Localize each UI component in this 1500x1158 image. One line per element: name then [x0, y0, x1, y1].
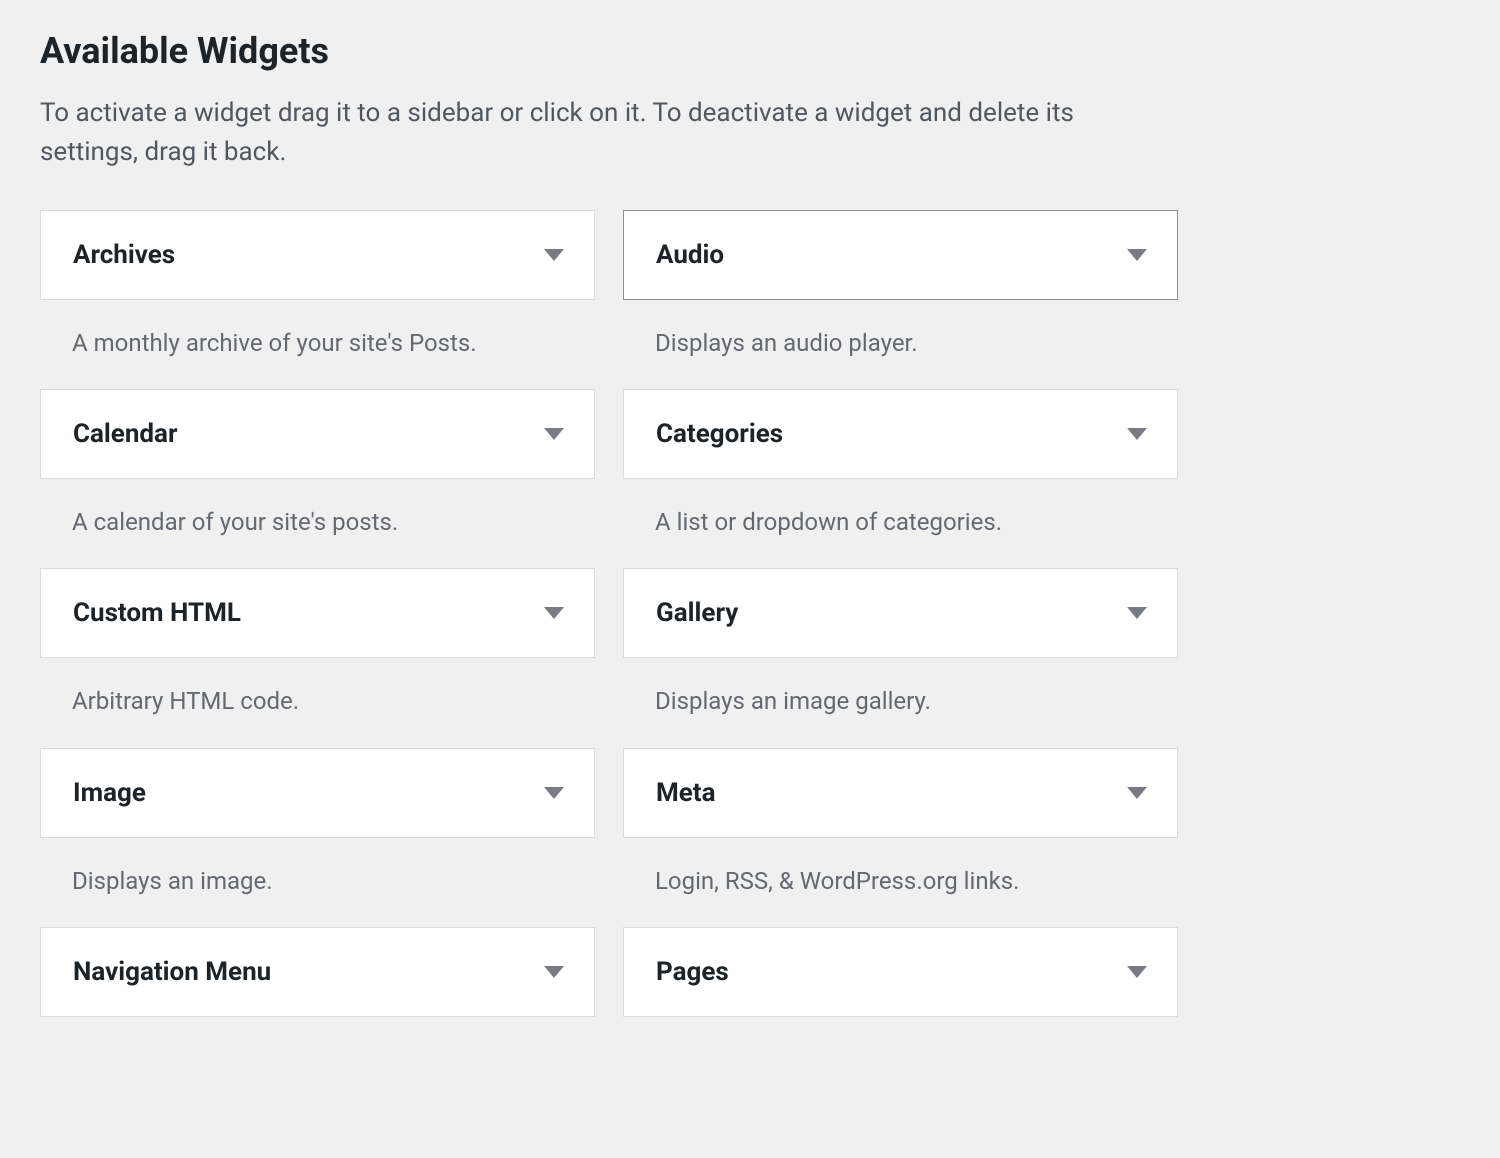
widget-title: Audio [656, 240, 724, 270]
widget-title: Navigation Menu [73, 957, 271, 987]
widget-header-calendar[interactable]: Calendar [40, 389, 595, 479]
widget-description [623, 1017, 1178, 1029]
caret-down-icon [1127, 607, 1147, 619]
widget-title: Pages [656, 957, 729, 987]
caret-down-icon [1127, 249, 1147, 261]
widget-header-gallery[interactable]: Gallery [623, 568, 1178, 658]
available-widgets-grid: Archives A monthly archive of your site'… [40, 210, 1180, 1029]
widget-archives: Archives A monthly archive of your site'… [40, 210, 595, 389]
widget-categories: Categories A list or dropdown of categor… [623, 389, 1178, 568]
widget-header-categories[interactable]: Categories [623, 389, 1178, 479]
caret-down-icon [544, 607, 564, 619]
widget-header-audio[interactable]: Audio [623, 210, 1178, 300]
widget-gallery: Gallery Displays an image gallery. [623, 568, 1178, 747]
widget-description: A list or dropdown of categories. [623, 479, 1178, 568]
widget-navigation-menu: Navigation Menu [40, 927, 595, 1029]
widget-custom-html: Custom HTML Arbitrary HTML code. [40, 568, 595, 747]
widget-calendar: Calendar A calendar of your site's posts… [40, 389, 595, 568]
widget-description: Displays an image gallery. [623, 658, 1178, 747]
page-title: Available Widgets [40, 30, 1460, 72]
widget-description: Login, RSS, & WordPress.org links. [623, 838, 1178, 927]
widget-description: Displays an audio player. [623, 300, 1178, 389]
widget-title: Calendar [73, 419, 178, 449]
widget-header-navigation-menu[interactable]: Navigation Menu [40, 927, 595, 1017]
intro-text: To activate a widget drag it to a sideba… [40, 94, 1160, 172]
widget-title: Image [73, 778, 146, 808]
widget-description: Displays an image. [40, 838, 595, 927]
widget-header-meta[interactable]: Meta [623, 748, 1178, 838]
widget-title: Meta [656, 778, 716, 808]
widget-title: Categories [656, 419, 783, 449]
widget-header-custom-html[interactable]: Custom HTML [40, 568, 595, 658]
caret-down-icon [1127, 966, 1147, 978]
widget-image: Image Displays an image. [40, 748, 595, 927]
caret-down-icon [544, 787, 564, 799]
widget-header-image[interactable]: Image [40, 748, 595, 838]
widget-audio: Audio Displays an audio player. [623, 210, 1178, 389]
widget-description [40, 1017, 595, 1029]
caret-down-icon [544, 966, 564, 978]
widget-description: A monthly archive of your site's Posts. [40, 300, 595, 389]
widget-title: Custom HTML [73, 598, 241, 628]
widget-description: A calendar of your site's posts. [40, 479, 595, 568]
widget-header-pages[interactable]: Pages [623, 927, 1178, 1017]
caret-down-icon [1127, 428, 1147, 440]
widget-title: Gallery [656, 598, 738, 628]
widget-pages: Pages [623, 927, 1178, 1029]
caret-down-icon [1127, 787, 1147, 799]
widget-meta: Meta Login, RSS, & WordPress.org links. [623, 748, 1178, 927]
caret-down-icon [544, 249, 564, 261]
widget-title: Archives [73, 240, 175, 270]
widget-description: Arbitrary HTML code. [40, 658, 595, 747]
widget-header-archives[interactable]: Archives [40, 210, 595, 300]
caret-down-icon [544, 428, 564, 440]
